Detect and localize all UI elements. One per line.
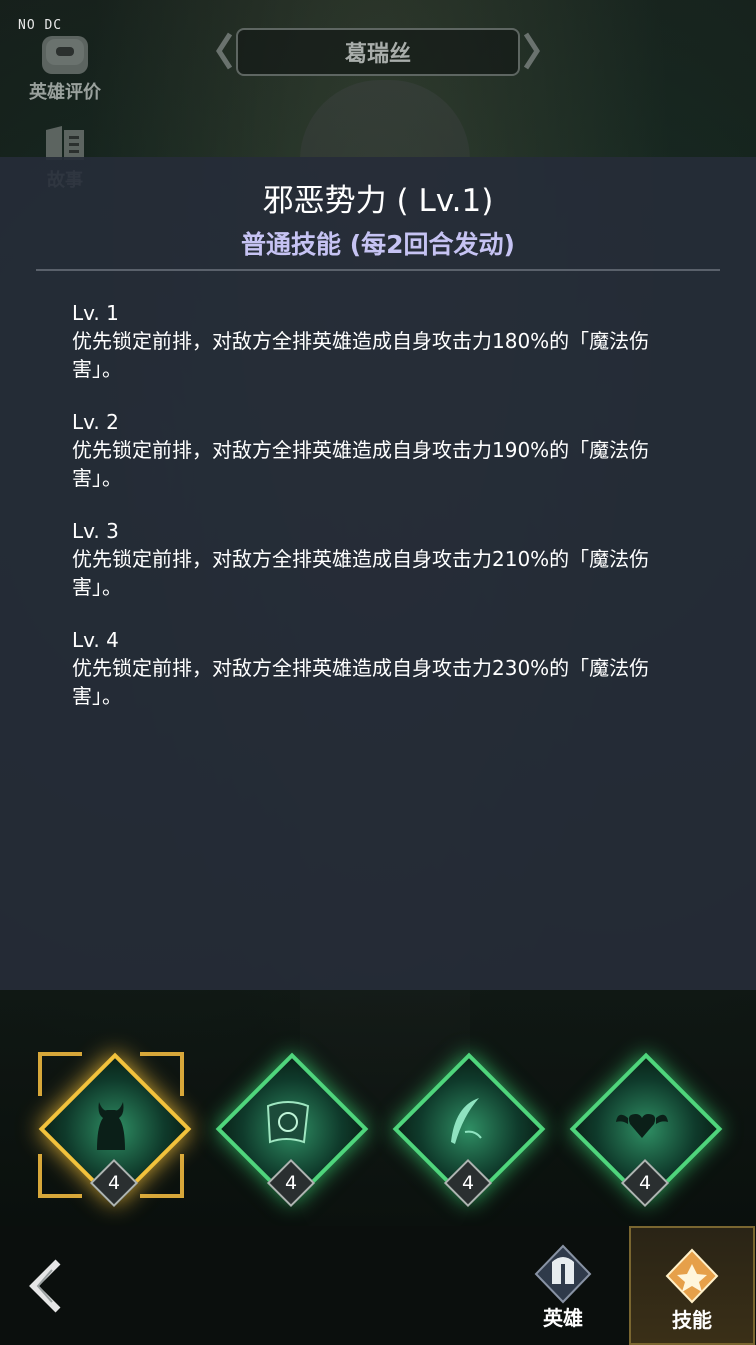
next-hero-arrow-icon[interactable] bbox=[524, 32, 540, 70]
skill-name: 邪恶势力 ( Lv.1) bbox=[262, 183, 494, 219]
hero-name: 葛瑞丝 bbox=[236, 28, 520, 76]
skill-level-label: Lv. 2 bbox=[72, 410, 119, 434]
skill-level-label: Lv. 1 bbox=[72, 301, 119, 325]
skill-detail-panel: 邪恶势力 ( Lv.1) 普通技能 (每2回合发动) Lv. 1 优先锁定前排，… bbox=[0, 157, 756, 990]
skill-level-description: 优先锁定前排，对敌方全排英雄造成自身攻击力180%的「魔法伤害」。 bbox=[72, 329, 650, 381]
tab-skill[interactable]: 技能 bbox=[629, 1226, 755, 1345]
skill-level-label: Lv. 3 bbox=[72, 519, 119, 543]
hero-rating-label: 英雄评价 bbox=[29, 82, 101, 103]
tab-hero[interactable]: 英雄 bbox=[500, 1226, 626, 1345]
hero-rating-button[interactable]: 英雄评价 bbox=[22, 36, 108, 104]
skill-level-item: Lv. 2 优先锁定前排，对敌方全排英雄造成自身攻击力190%的「魔法伤害」。 bbox=[72, 408, 692, 492]
skill-slot-3[interactable]: 4 bbox=[390, 1050, 546, 1208]
winged-heart-icon bbox=[616, 1114, 668, 1138]
skill-level-item: Lv. 1 优先锁定前排，对敌方全排英雄造成自身攻击力180%的「魔法伤害」。 bbox=[72, 299, 692, 383]
skill-level-description: 优先锁定前排，对敌方全排英雄造成自身攻击力190%的「魔法伤害」。 bbox=[72, 438, 650, 490]
skill-level-number: 4 bbox=[638, 1172, 652, 1194]
skill-slot-1[interactable]: 4 bbox=[36, 1050, 192, 1208]
debug-text: NO DC bbox=[18, 18, 63, 33]
skill-badge-icon bbox=[657, 1242, 727, 1312]
skill-level-item: Lv. 4 优先锁定前排，对敌方全排英雄造成自身攻击力230%的「魔法伤害」。 bbox=[72, 626, 692, 710]
skill-level-item: Lv. 3 优先锁定前排，对敌方全排英雄造成自身攻击力210%的「魔法伤害」。 bbox=[72, 517, 692, 601]
bottom-nav-bar: 英雄 技能 bbox=[0, 1226, 756, 1345]
skill-level-description: 优先锁定前排，对敌方全排英雄造成自身攻击力210%的「魔法伤害」。 bbox=[72, 547, 650, 599]
divider bbox=[36, 269, 720, 271]
prev-hero-arrow-icon[interactable] bbox=[216, 32, 232, 70]
back-arrow-icon[interactable] bbox=[24, 1256, 68, 1316]
skill-slot-2[interactable]: 4 bbox=[213, 1050, 369, 1208]
skill-level-list: Lv. 1 优先锁定前排，对敌方全排英雄造成自身攻击力180%的「魔法伤害」。 … bbox=[72, 299, 692, 735]
helmet-icon bbox=[528, 1240, 598, 1310]
feather-quill-icon bbox=[451, 1098, 482, 1144]
skill-slot-4[interactable]: 4 bbox=[567, 1050, 723, 1208]
speech-bubble-icon bbox=[42, 36, 88, 74]
skill-level-label: Lv. 4 bbox=[72, 628, 119, 652]
hero-name-bar: 葛瑞丝 bbox=[216, 28, 540, 76]
skill-level-number: 4 bbox=[284, 1172, 298, 1194]
magic-scroll-icon bbox=[266, 1101, 310, 1144]
selection-corner bbox=[38, 1052, 82, 1096]
skill-level-number: 4 bbox=[461, 1172, 475, 1194]
skill-level-number: 4 bbox=[107, 1172, 121, 1194]
skill-type: 普通技能 (每2回合发动) bbox=[241, 230, 515, 259]
demon-silhouette-icon bbox=[97, 1102, 125, 1150]
skill-level-description: 优先锁定前排，对敌方全排英雄造成自身攻击力230%的「魔法伤害」。 bbox=[72, 656, 650, 708]
